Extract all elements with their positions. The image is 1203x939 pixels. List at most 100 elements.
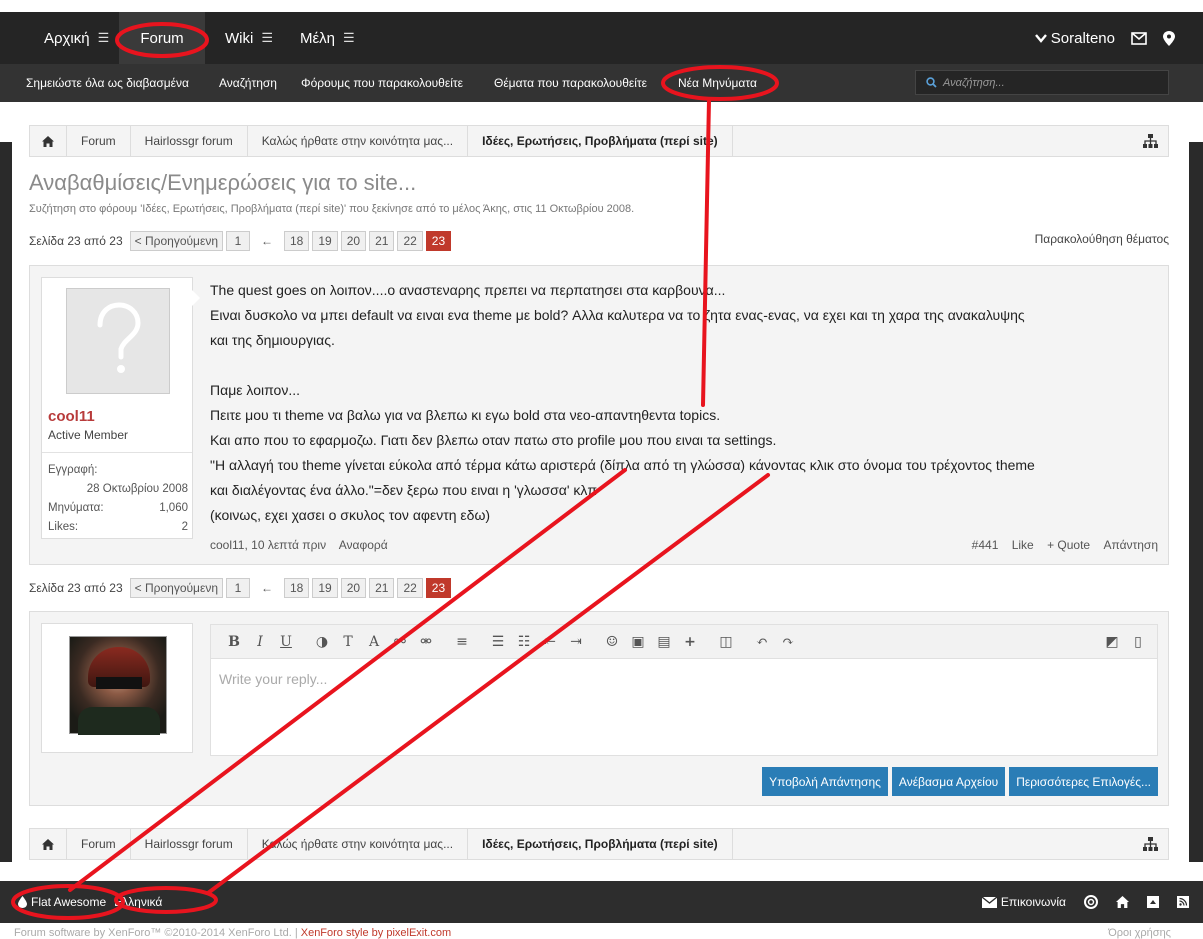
save-draft-icon[interactable]: ◫: [713, 629, 739, 655]
more-options-button[interactable]: Περισσότερες Επιλογές...: [1009, 767, 1158, 796]
submit-reply-button[interactable]: Υποβολή Απάντησης: [762, 767, 888, 796]
page-link[interactable]: 22: [397, 578, 423, 598]
outdent-icon[interactable]: ⇤: [537, 629, 563, 655]
page-link[interactable]: 18: [284, 578, 310, 598]
align-icon[interactable]: ≡: [449, 629, 475, 655]
color-icon[interactable]: ◑: [309, 629, 335, 655]
avatar[interactable]: [69, 636, 167, 735]
source-view-icon[interactable]: ▯: [1125, 629, 1151, 655]
report-link[interactable]: Αναφορά: [339, 538, 388, 552]
envelope-icon[interactable]: [1131, 31, 1147, 45]
map-marker-icon[interactable]: [1163, 30, 1175, 46]
link-icon[interactable]: ⚯: [387, 629, 413, 655]
user-menu[interactable]: Soralteno: [1034, 30, 1115, 47]
reply-textarea[interactable]: Write your reply...: [211, 659, 1157, 699]
page-jump-arrow[interactable]: ←: [261, 234, 273, 248]
nav-home-label: Αρχική: [44, 29, 90, 47]
watched-forums-link[interactable]: Φόρουμς που παρακολουθείτε: [301, 64, 463, 102]
like-link[interactable]: Like: [1012, 538, 1034, 552]
breadcrumb-item[interactable]: Hairlossgr forum: [131, 126, 248, 156]
page-link[interactable]: 21: [369, 231, 395, 251]
breadcrumb-home[interactable]: [30, 126, 67, 156]
post-author-time[interactable]: cool11, 10 λεπτά πριν: [210, 538, 326, 552]
breadcrumb-item[interactable]: Καλώς ήρθατε στην κοινότητα μας...: [248, 829, 469, 859]
home-icon[interactable]: [1116, 896, 1129, 908]
nav-members[interactable]: Μέλη ☰: [300, 12, 355, 64]
reply-link[interactable]: Απάντηση: [1103, 538, 1158, 552]
breadcrumb-home[interactable]: [30, 829, 67, 859]
new-posts-link[interactable]: Νέα Μηνύματα: [678, 64, 757, 102]
breadcrumb-current[interactable]: Ιδέες, Ερωτήσεις, Προβλήματα (περί site): [468, 126, 733, 156]
breadcrumb-item[interactable]: Forum: [67, 126, 131, 156]
messages-value[interactable]: 1,060: [159, 502, 188, 514]
breadcrumb-item[interactable]: Καλώς ήρθατε στην κοινότητα μας...: [248, 126, 469, 156]
undo-icon[interactable]: ↶: [749, 629, 775, 655]
avatar[interactable]: [66, 288, 170, 394]
user-info-divider: [42, 452, 192, 453]
page-link[interactable]: 21: [369, 578, 395, 598]
upload-file-button[interactable]: Ανέβασμα Αρχείου: [891, 767, 1006, 796]
page-link[interactable]: 19: [312, 231, 338, 251]
prev-page-button[interactable]: < Προηγούμενη: [129, 231, 223, 251]
quote-link[interactable]: + Quote: [1047, 538, 1090, 552]
page-link[interactable]: 19: [312, 578, 338, 598]
top-arrow-icon[interactable]: [1147, 896, 1159, 908]
current-page[interactable]: 23: [425, 231, 452, 251]
pagination-bottom: Σελίδα 23 από 23 < Προηγούμενη 1 ← 18 19…: [29, 577, 452, 599]
numbered-list-icon[interactable]: ☷: [511, 629, 537, 655]
breadcrumb-current[interactable]: Ιδέες, Ερωτήσεις, Προβλήματα (περί site): [468, 829, 733, 859]
page-side-band-left: [0, 142, 12, 862]
redo-icon[interactable]: ↷: [775, 629, 801, 655]
watch-thread-link[interactable]: Παρακολούθηση θέματος: [1035, 232, 1169, 246]
page-link[interactable]: 18: [284, 231, 310, 251]
page-link[interactable]: 20: [340, 231, 367, 251]
watched-threads-link[interactable]: Θέματα που παρακολουθείτε: [494, 64, 647, 102]
copyright-xenforo[interactable]: Forum software by XenForo™ ©2010-2014 Xe…: [14, 927, 292, 939]
post-author-name[interactable]: cool11: [48, 408, 95, 425]
font-size-icon[interactable]: T: [335, 629, 361, 655]
nav-forum[interactable]: Forum: [119, 12, 205, 64]
menu-icon[interactable]: ☰: [98, 30, 110, 46]
page-link[interactable]: 1: [226, 231, 250, 251]
smiley-icon[interactable]: ☺: [599, 629, 625, 655]
menu-icon[interactable]: ☰: [261, 30, 273, 46]
eraser-icon[interactable]: ◩: [1099, 629, 1125, 655]
font-family-icon[interactable]: A: [361, 629, 387, 655]
sub-navigation: Σημειώστε όλα ως διαβασμένα Αναζήτηση Φό…: [0, 64, 1203, 102]
terms-link[interactable]: Όροι χρήσης: [1108, 927, 1171, 939]
insert-plus-icon[interactable]: +: [677, 629, 703, 655]
indent-icon[interactable]: ⇥: [563, 629, 589, 655]
style-chooser[interactable]: Flat Awesome: [18, 895, 106, 909]
page-link[interactable]: 20: [340, 578, 367, 598]
help-lifebuoy-icon[interactable]: [1084, 895, 1098, 909]
breadcrumb-item[interactable]: Forum: [67, 829, 131, 859]
prev-page-button[interactable]: < Προηγούμενη: [129, 578, 223, 598]
page-jump-arrow[interactable]: ←: [261, 581, 273, 595]
bullet-list-icon[interactable]: ☰: [485, 629, 511, 655]
language-chooser[interactable]: Ελληνικά: [114, 895, 162, 909]
mark-all-read-link[interactable]: Σημειώστε όλα ως διαβασμένα: [26, 64, 189, 102]
page-link[interactable]: 1: [226, 578, 250, 598]
breadcrumb-item[interactable]: Hairlossgr forum: [131, 829, 248, 859]
underline-icon[interactable]: U: [273, 629, 299, 655]
rss-icon[interactable]: [1177, 896, 1189, 908]
current-page[interactable]: 23: [425, 578, 452, 598]
image-icon[interactable]: ▣: [625, 629, 651, 655]
menu-icon[interactable]: ☰: [343, 30, 355, 46]
nav-wiki[interactable]: Wiki ☰: [225, 12, 273, 64]
sitemap-icon[interactable]: [1143, 837, 1158, 851]
italic-icon[interactable]: I: [247, 629, 273, 655]
nav-forum-label: Forum: [140, 29, 184, 47]
nav-home[interactable]: Αρχική ☰: [44, 12, 109, 64]
search-input[interactable]: Αναζήτηση...: [915, 70, 1169, 95]
media-icon[interactable]: ▤: [651, 629, 677, 655]
footer-right: Επικοινωνία: [981, 881, 1189, 923]
style-credit-link[interactable]: XenForo style by pixelExit.com: [301, 927, 451, 939]
sitemap-icon[interactable]: [1143, 134, 1158, 148]
post-number[interactable]: #441: [972, 538, 999, 552]
contact-link[interactable]: Επικοινωνία: [981, 895, 1066, 909]
search-link[interactable]: Αναζήτηση: [219, 64, 277, 102]
unlink-icon[interactable]: ⚮: [413, 629, 439, 655]
page-link[interactable]: 22: [397, 231, 423, 251]
bold-icon[interactable]: B: [221, 629, 247, 655]
